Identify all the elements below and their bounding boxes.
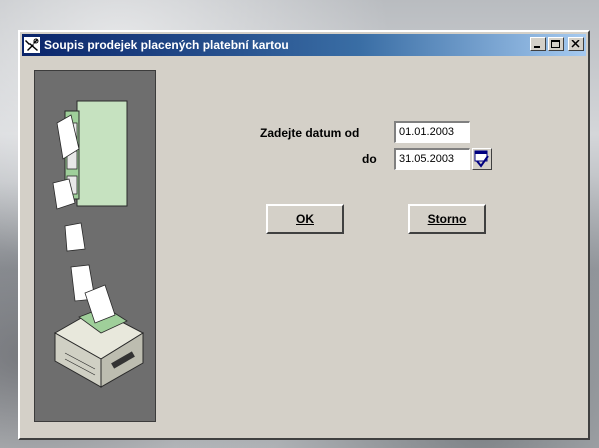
printer-filing-cabinet-illustration xyxy=(52,100,145,388)
dialog-window: Soupis prodejek placených platební karto… xyxy=(18,30,590,440)
date-from-field[interactable]: 01.01.2003 xyxy=(394,121,470,143)
calendar-button[interactable] xyxy=(472,148,492,170)
close-button[interactable] xyxy=(568,37,584,51)
window-title: Soupis prodejek placených platební karto… xyxy=(44,38,289,52)
date-to-label: do xyxy=(362,152,377,166)
ok-button[interactable]: OK xyxy=(266,204,344,234)
title-bar[interactable]: Soupis prodejek placených platební karto… xyxy=(22,34,586,56)
maximize-icon xyxy=(551,40,560,48)
minimize-button[interactable] xyxy=(530,37,546,51)
date-to-field[interactable]: 31.05.2003 xyxy=(394,148,470,170)
tools-icon xyxy=(24,37,40,53)
close-icon xyxy=(571,40,580,48)
minimize-icon xyxy=(534,46,540,48)
maximize-button[interactable] xyxy=(548,37,564,51)
date-from-label: Zadejte datum od xyxy=(260,126,360,140)
illustration-panel xyxy=(34,70,156,422)
calendar-icon xyxy=(474,150,489,168)
window-controls xyxy=(530,37,584,51)
cancel-button[interactable]: Storno xyxy=(408,204,486,234)
